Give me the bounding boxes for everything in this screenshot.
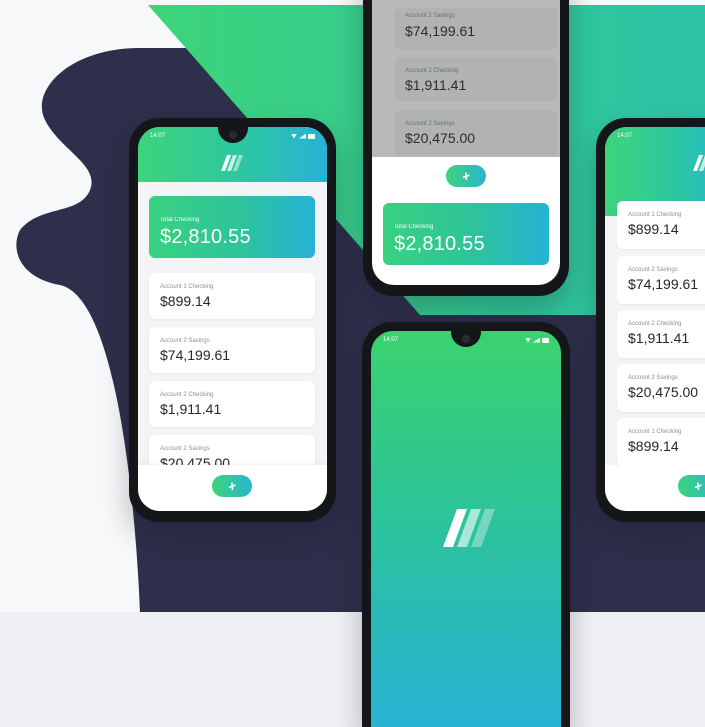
wifi-icon (291, 133, 297, 139)
account-balance: $899.14 (160, 293, 211, 309)
account-label: Account 2 Savings (160, 446, 210, 452)
account-balance: $899.14 (628, 438, 679, 454)
account-label: Account 1 Checking (628, 212, 682, 218)
wifi-icon (525, 337, 531, 343)
account-balance: $74,199.61 (628, 276, 699, 292)
signal-icon (533, 337, 540, 343)
total-value: $2,810.55 (160, 226, 251, 248)
account-card[interactable]: Account 1 Checking $899.14 (149, 273, 315, 319)
account-balance: $1,911.41 (160, 401, 222, 417)
phone-left: 14:07 Total Checking $2,810.55 Account 1… (129, 118, 336, 522)
status-bar: 14:07 (617, 133, 705, 139)
phone-right: 14:07 Account 1 Checking $899.14 Account… (596, 118, 705, 522)
account-label: Account 2 Savings (628, 267, 678, 273)
account-balance: $20,475.00 (405, 130, 476, 146)
account-balance: $74,199.61 (160, 347, 231, 363)
account-balance: $1,911.41 (628, 330, 690, 346)
account-label: Account 2 Savings (405, 121, 455, 127)
signal-icon (299, 133, 306, 139)
account-label: Account 2 Checking (160, 392, 214, 398)
account-balance: $899.14 (628, 221, 679, 237)
battery-icon (308, 133, 315, 139)
account-card[interactable]: Account 1 Checking $899.14 (617, 201, 705, 249)
account-card[interactable]: Account 2 Savings $74,199.61 (394, 8, 558, 50)
total-label: Total Checking (394, 224, 434, 230)
brand-slashes-logo (443, 509, 495, 547)
account-balance: $20,475.00 (628, 384, 699, 400)
bottom-action-bar: + (138, 465, 327, 511)
account-label: Account 1 Checking (628, 429, 682, 435)
account-balance: $74,199.61 (405, 23, 476, 39)
add-button[interactable]: + (678, 475, 705, 497)
account-label: Account 1 Checking (160, 284, 214, 290)
status-time: 14:07 (383, 337, 399, 343)
account-card[interactable]: Account 2 Checking $1,911.41 (394, 57, 558, 101)
bottom-action-bar: + (605, 465, 705, 511)
phone-left-screen: 14:07 Total Checking $2,810.55 Account 1… (138, 127, 327, 511)
plus-icon: + (461, 166, 471, 186)
total-checking-card[interactable]: Total Checking $2,810.55 (149, 196, 315, 258)
camera-notch (451, 331, 481, 347)
account-label: Account 2 Checking (628, 321, 682, 327)
account-card[interactable]: Account 1 Checking $899.14 (617, 418, 705, 466)
plus-icon: + (227, 476, 237, 496)
phone-right-screen: 14:07 Account 1 Checking $899.14 Account… (605, 127, 705, 511)
total-label: Total Checking (160, 217, 200, 223)
account-card[interactable]: Account 2 Savings $74,199.61 (617, 256, 705, 304)
phone-splash: 14:07 (362, 322, 570, 727)
status-time: 14:07 (150, 133, 166, 139)
add-button[interactable]: + (212, 475, 252, 497)
account-label: Account 2 Savings (405, 13, 455, 19)
add-button[interactable]: + (446, 165, 486, 187)
account-card[interactable]: Account 2 Checking $1,911.41 (149, 381, 315, 427)
phone-top-middle-screen: Account 2 Savings $74,199.61 Account 2 C… (372, 0, 560, 285)
battery-icon (542, 337, 549, 343)
status-time: 14:07 (617, 133, 633, 139)
account-label: Account 2 Checking (405, 68, 459, 74)
plus-icon: + (693, 476, 703, 496)
total-value: $2,810.55 (394, 233, 485, 255)
account-label: Account 2 Savings (628, 375, 678, 381)
account-card[interactable]: Account 2 Savings $74,199.61 (149, 327, 315, 373)
total-checking-card[interactable]: Total Checking $2,810.55 (383, 203, 549, 265)
account-card[interactable]: Account 2 Savings $20,475.00 (617, 364, 705, 412)
phone-top-middle: Account 2 Savings $74,199.61 Account 2 C… (363, 0, 569, 296)
brand-slashes-logo (693, 155, 705, 171)
dimmed-account-list: Account 2 Savings $74,199.61 Account 2 C… (372, 0, 560, 157)
account-label: Account 2 Savings (160, 338, 210, 344)
splash-screen: 14:07 (371, 331, 561, 727)
account-card[interactable]: Account 2 Checking $1,911.41 (617, 310, 705, 358)
account-balance: $1,911.41 (405, 77, 467, 93)
brand-slashes-logo (220, 155, 243, 171)
account-card[interactable]: Account 2 Savings $20,475.00 (394, 110, 558, 156)
